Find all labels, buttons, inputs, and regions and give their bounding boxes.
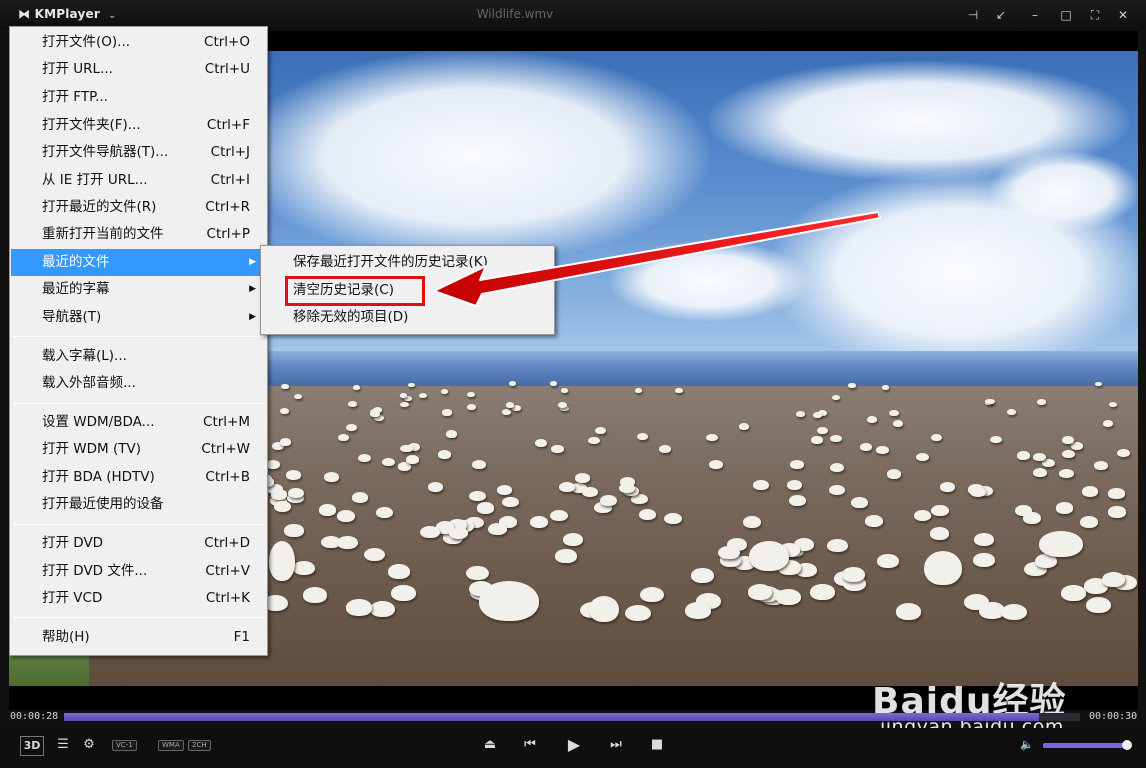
annotation-arrow xyxy=(433,211,881,307)
kmplayer-window: ⧓ KMPlayer ⌄ Wildlife.wmv ⊣ ↙ – □ ⛶ ✕ Ba… xyxy=(0,0,1146,768)
